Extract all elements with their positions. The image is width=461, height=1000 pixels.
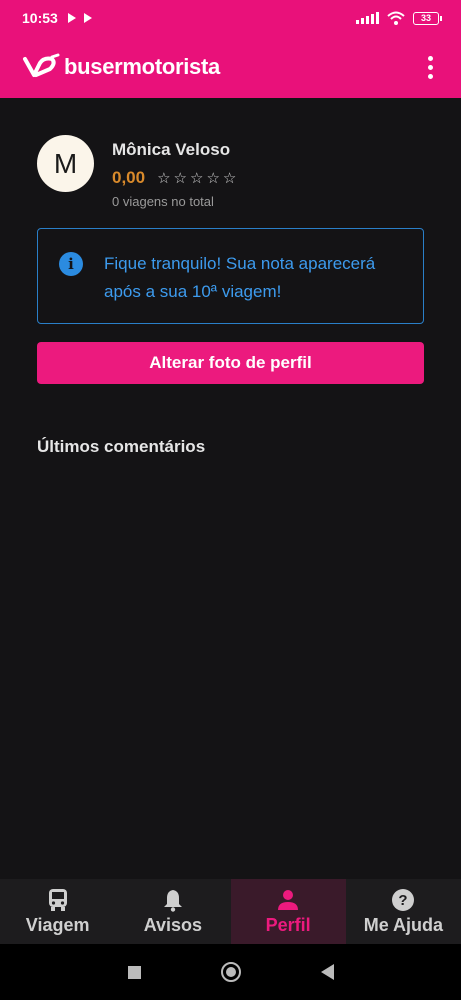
profile-header: M Mônica Veloso 0,00 ☆ ☆ ☆ ☆ ☆ 0 viagens… [37, 135, 236, 209]
info-message: Fique tranquilo! Sua nota aparecerá após… [104, 250, 375, 306]
bottom-navigation: Viagem Avisos Perfil ? Me Ajuda [0, 879, 461, 944]
bus-icon [47, 887, 69, 913]
help-icon: ? [391, 887, 415, 913]
star-empty-icon: ☆ [190, 170, 204, 187]
app-bar: busermotorista [0, 36, 461, 98]
play-notification-icon [67, 13, 76, 23]
rating-value: 0,00 [112, 168, 146, 187]
wifi-icon [387, 11, 405, 25]
nav-item-avisos[interactable]: Avisos [115, 879, 230, 944]
trip-count: 0 viagens no total [112, 194, 214, 209]
profile-info: Mônica Veloso 0,00 ☆ ☆ ☆ ☆ ☆ 0 viagens n… [112, 140, 236, 209]
star-empty-icon: ☆ [206, 170, 220, 187]
star-empty-icon: ☆ [222, 170, 237, 187]
info-icon: i [59, 252, 83, 276]
person-icon [277, 887, 299, 913]
rating-row: 0,00 ☆ ☆ ☆ ☆ ☆ [112, 168, 236, 188]
buser-logo-mark [23, 53, 60, 77]
battery-icon: 33 [413, 11, 442, 25]
profile-name: Mônica Veloso [112, 140, 231, 159]
nav-label-avisos: Avisos [143, 915, 203, 935]
play-notification-icon [83, 13, 92, 23]
battery-level: 33 [420, 13, 431, 23]
nav-item-me-ajuda[interactable]: ? Me Ajuda [346, 879, 461, 944]
info-line-1: Fique tranquilo! Sua nota aparecerá [104, 254, 376, 273]
info-line-2: após a sua 10ª viagem! [104, 282, 282, 301]
bell-icon [163, 887, 183, 913]
latest-comments-title: Últimos comentários [37, 437, 206, 456]
buser-logo: busermotorista [22, 53, 220, 81]
recent-apps-button[interactable] [127, 965, 141, 979]
system-navigation-bar [0, 944, 461, 1000]
nav-label-me-ajuda: Me Ajuda [363, 915, 444, 935]
change-profile-photo-button[interactable]: Alterar foto de perfil [37, 342, 424, 384]
status-bar: 10:53 33 [0, 0, 461, 36]
brand-bold: buser [64, 54, 123, 79]
avatar[interactable]: M [37, 135, 94, 192]
status-indicators: 33 [356, 11, 442, 25]
avatar-initial: M [53, 147, 78, 179]
star-rating: ☆ ☆ ☆ ☆ ☆ [157, 169, 236, 187]
nav-item-viagem[interactable]: Viagem [0, 879, 115, 944]
signal-icon [356, 12, 379, 24]
status-time: 10:53 [22, 10, 58, 26]
home-button[interactable] [220, 962, 241, 982]
nav-label-viagem: Viagem [25, 915, 90, 935]
star-empty-icon: ☆ [173, 170, 187, 187]
nav-label-perfil: Perfil [265, 915, 311, 935]
brand-name: busermotorista [64, 54, 220, 80]
more-options-icon[interactable] [422, 52, 439, 83]
svg-text:?: ? [399, 892, 408, 909]
brand-rest: motorista [122, 54, 220, 79]
rating-info-alert: i Fique tranquilo! Sua nota aparecerá ap… [37, 228, 424, 324]
back-button[interactable] [320, 964, 334, 980]
star-empty-icon: ☆ [157, 170, 171, 187]
nav-item-perfil[interactable]: Perfil [230, 879, 346, 944]
